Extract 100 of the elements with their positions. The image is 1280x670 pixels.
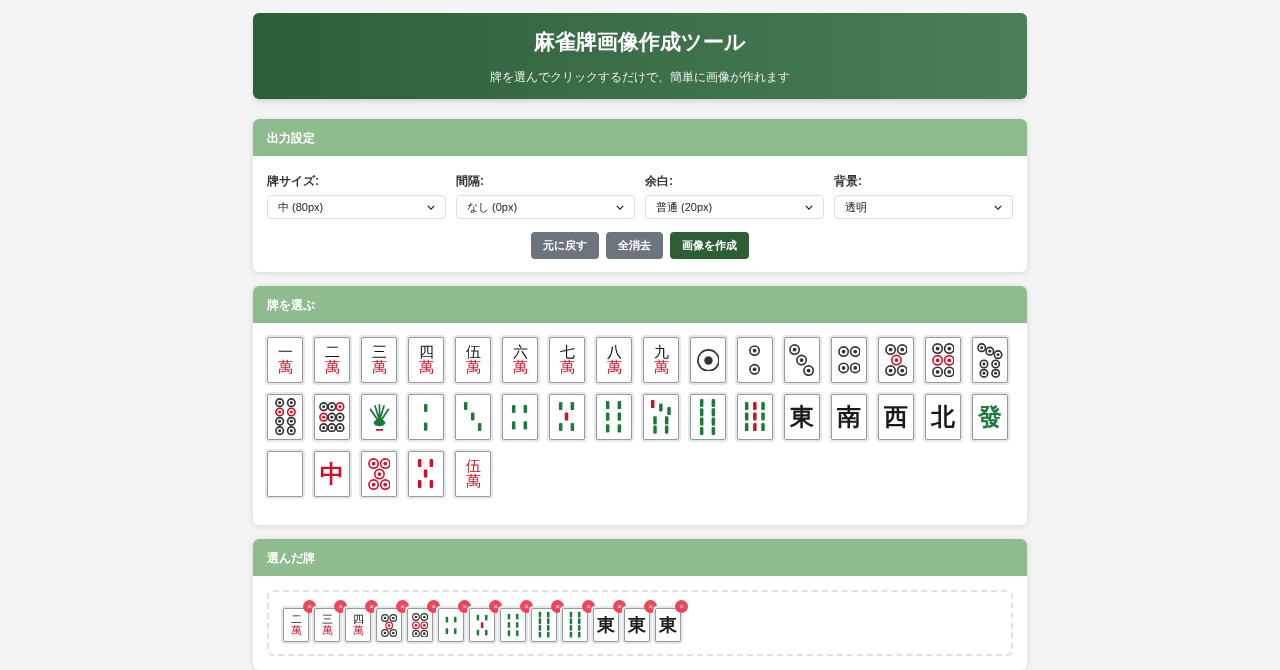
tile-character: 東 [597,616,615,634]
select-field[interactable]: 透明 [834,195,1013,219]
tile-numeral: 七 [559,345,575,360]
tile-character: 西 [884,405,908,429]
mahjong-tile[interactable]: 伍 萬 [455,451,491,497]
mahjong-tile[interactable] [408,451,444,497]
mahjong-tile[interactable] [438,608,464,642]
chevron-down-icon [427,204,435,210]
mahjong-tile[interactable]: 九 萬 [643,337,679,383]
mahjong-tile[interactable]: 二 萬 [283,608,309,642]
mahjong-tile[interactable] [502,394,538,440]
field-label: 余白: [645,173,674,190]
tile-suit-character: 萬 [352,625,364,636]
mahjong-tile[interactable] [737,337,773,383]
mahjong-tile[interactable] [831,337,867,383]
action-button[interactable]: 画像を作成 [670,232,749,259]
mahjong-tile[interactable] [596,394,632,440]
tile-numeral: 四 [352,614,364,625]
mahjong-tile[interactable]: 東 [784,394,820,440]
tile-suit-character: 萬 [512,360,528,375]
mahjong-tile[interactable] [314,394,350,440]
mahjong-tile[interactable]: 六 萬 [502,337,538,383]
mahjong-tile[interactable]: 北 [925,394,961,440]
mahjong-tile[interactable] [531,608,557,642]
mahjong-tile[interactable] [925,337,961,383]
chevron-down-icon [805,204,813,210]
mahjong-tile[interactable] [643,394,679,440]
mahjong-tile[interactable] [549,394,585,440]
mahjong-tile[interactable]: 四 萬 [345,608,371,642]
mahjong-tile[interactable] [690,337,726,383]
page-title: 麻雀牌画像作成ツール [534,29,746,56]
mahjong-tile[interactable]: 西 [878,394,914,440]
section-title: 牌を選ぶ [267,296,315,314]
mahjong-tile[interactable]: 伍 萬 [455,337,491,383]
tile-character: 北 [931,405,955,429]
mahjong-tile[interactable] [784,337,820,383]
mahjong-tile[interactable] [361,394,397,440]
tile-numeral: 三 [371,345,387,360]
mahjong-tile[interactable]: 東 [655,608,681,642]
mahjong-tile[interactable] [562,608,588,642]
section-title: 出力設定 [267,129,315,147]
tile-character: 發 [978,405,1002,429]
mahjong-tile[interactable] [737,394,773,440]
tile-suit-character: 萬 [465,360,481,375]
action-button[interactable]: 元に戻す [531,232,599,259]
tile-character: 東 [659,616,677,634]
mahjong-tile[interactable]: 七 萬 [549,337,585,383]
mahjong-tile[interactable] [267,394,303,440]
mahjong-tile[interactable]: 中 [314,451,350,497]
mahjong-tile[interactable]: 四 萬 [408,337,444,383]
tile-suit-character: 萬 [290,625,302,636]
mahjong-tile[interactable]: 一 萬 [267,337,303,383]
mahjong-tile[interactable] [690,394,726,440]
mahjong-tile[interactable] [469,608,495,642]
section-title: 選んだ牌 [267,549,315,567]
select-field[interactable]: 中 (80px) [267,195,446,219]
mahjong-tile[interactable]: 八 萬 [596,337,632,383]
tile-numeral: 伍 [465,459,481,474]
select-field[interactable]: 普通 (20px) [645,195,824,219]
chevron-down-icon [616,204,624,210]
tile-numeral: 伍 [465,345,481,360]
mahjong-tile[interactable]: 二 萬 [314,337,350,383]
chevron-down-icon [994,204,1002,210]
mahjong-tile[interactable]: 南 [831,394,867,440]
field-label: 背景: [834,173,863,190]
tile-numeral: 三 [321,614,333,625]
tile-numeral: 二 [324,345,340,360]
mahjong-tile[interactable]: 三 萬 [314,608,340,642]
tile-numeral: 九 [653,345,669,360]
tile-character: 東 [628,616,646,634]
mahjong-tile[interactable]: 東 [593,608,619,642]
action-button[interactable]: 全消去 [606,232,663,259]
mahjong-tile[interactable] [361,451,397,497]
tile-suit-character: 萬 [324,360,340,375]
mahjong-tile[interactable]: 三 萬 [361,337,397,383]
select-field[interactable]: なし (0px) [456,195,635,219]
tile-suit-character: 萬 [277,360,293,375]
tile-suit-character: 萬 [418,360,434,375]
tile-suit-character: 萬 [321,625,333,636]
mahjong-tile[interactable] [408,394,444,440]
tile-numeral: 六 [512,345,528,360]
mahjong-tile[interactable] [500,608,526,642]
field-label: 間隔: [456,173,485,190]
tile-character: 南 [837,405,861,429]
field-label: 牌サイズ: [267,173,320,190]
mahjong-tile[interactable] [267,451,303,497]
tile-character: 東 [790,405,814,429]
tile-numeral: 四 [418,345,434,360]
tile-suit-character: 萬 [371,360,387,375]
mahjong-tile[interactable] [455,394,491,440]
remove-button[interactable]: × [675,600,688,613]
tile-suit-character: 萬 [465,474,481,489]
mahjong-tile[interactable] [878,337,914,383]
mahjong-tile[interactable]: 東 [624,608,650,642]
tile-numeral: 八 [606,345,622,360]
tile-suit-character: 萬 [559,360,575,375]
mahjong-tile[interactable] [376,608,402,642]
page-subtitle: 牌を選んでクリックするだけで、簡単に画像が作れます [490,68,790,86]
mahjong-tile[interactable]: 發 [972,394,1008,440]
tile-suit-character: 萬 [653,360,669,375]
